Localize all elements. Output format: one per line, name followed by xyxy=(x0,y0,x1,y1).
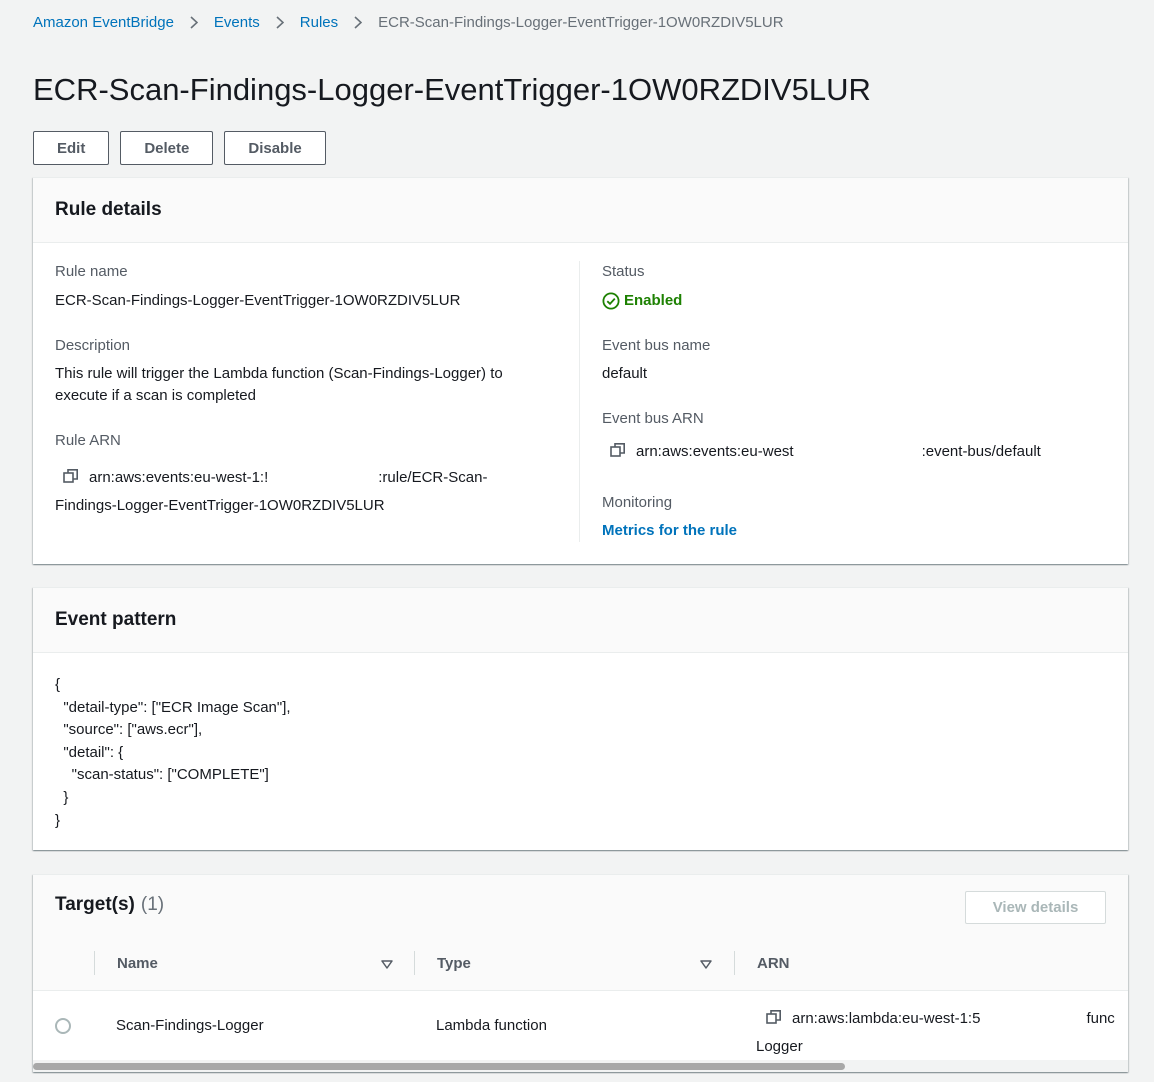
event-bus-arn-value: arn:aws:events:eu-west:event-bus/default xyxy=(602,441,1041,463)
targets-count: (1) xyxy=(140,894,165,915)
monitoring-label: Monitoring xyxy=(602,494,673,511)
radio-icon[interactable] xyxy=(55,1018,71,1034)
status-badge: Enabled xyxy=(602,290,682,312)
horizontal-scrollbar[interactable] xyxy=(33,1060,1128,1072)
column-header-type[interactable]: Type xyxy=(437,935,471,991)
chevron-right-icon xyxy=(354,16,363,29)
action-bar: Edit Delete Disable xyxy=(33,131,326,165)
event-pattern-code: { "detail-type": ["ECR Image Scan"], "so… xyxy=(55,676,291,829)
rule-details-heading: Rule details xyxy=(55,199,162,220)
rule-arn-value: arn:aws:events:eu-west-1:!:rule/ECR-Scan… xyxy=(55,464,575,520)
copy-icon[interactable] xyxy=(766,1007,782,1024)
targets-heading: Target(s) (1) xyxy=(55,894,165,915)
rule-name-label: Rule name xyxy=(55,263,128,280)
event-bus-name-label: Event bus name xyxy=(602,337,711,354)
description-value: This rule will trigger the Lambda functi… xyxy=(55,365,503,404)
chevron-right-icon xyxy=(190,16,198,29)
rule-name-value: ECR-Scan-Findings-Logger-EventTrigger-1O… xyxy=(55,292,461,309)
event-pattern-heading: Event pattern xyxy=(55,609,177,630)
sort-down-icon[interactable] xyxy=(700,957,712,974)
sort-down-icon[interactable] xyxy=(381,957,393,974)
rule-details-panel: Rule details Rule name ECR-Scan-Findings… xyxy=(33,177,1128,564)
page-title: ECR-Scan-Findings-Logger-EventTrigger-1O… xyxy=(33,72,871,107)
metrics-link[interactable]: Metrics for the rule xyxy=(602,520,737,542)
column-header-name[interactable]: Name xyxy=(117,935,158,991)
targets-header: Target(s) (1) View details xyxy=(33,875,1128,935)
column-separator xyxy=(94,951,95,975)
rule-arn-label: Rule ARN xyxy=(55,432,121,449)
rule-details-header: Rule details xyxy=(33,178,1128,243)
status-label: Status xyxy=(602,263,645,280)
target-name-link[interactable]: Scan-Findings-Logger xyxy=(116,1017,264,1034)
copy-icon[interactable] xyxy=(610,442,626,458)
breadcrumb-rules[interactable]: Rules xyxy=(300,14,338,31)
target-type: Lambda function xyxy=(436,1017,547,1034)
event-pattern-panel: Event pattern { "detail-type": ["ECR Ima… xyxy=(33,587,1128,850)
disable-button[interactable]: Disable xyxy=(224,131,326,165)
table-row[interactable]: Scan-Findings-Logger Lambda function arn… xyxy=(33,991,1128,1059)
target-arn: arn:aws:lambda:eu-west-1:5 func Logger xyxy=(756,1005,1115,1061)
scrollbar-thumb[interactable] xyxy=(33,1063,845,1070)
targets-panel: Target(s) (1) View details Name Type ARN … xyxy=(33,874,1128,1072)
breadcrumb-events[interactable]: Events xyxy=(214,14,260,31)
column-header-arn[interactable]: ARN xyxy=(757,935,790,991)
breadcrumb: Amazon EventBridge Events Rules ECR-Scan… xyxy=(33,14,784,31)
table-header: Name Type ARN xyxy=(33,935,1128,991)
status-check-icon xyxy=(602,292,624,310)
edit-button[interactable]: Edit xyxy=(33,131,110,165)
rule-details-body: Rule name ECR-Scan-Findings-Logger-Event… xyxy=(33,243,1128,564)
column-divider xyxy=(579,261,580,542)
description-label: Description xyxy=(55,337,131,354)
chevron-right-icon xyxy=(276,16,284,29)
event-pattern-header: Event pattern xyxy=(33,588,1128,653)
event-bus-name-value: default xyxy=(602,365,648,382)
delete-button[interactable]: Delete xyxy=(120,131,214,165)
copy-icon[interactable] xyxy=(63,466,79,483)
view-details-button[interactable]: View details xyxy=(965,891,1106,924)
column-separator xyxy=(414,951,415,975)
breadcrumb-current: ECR-Scan-Findings-Logger-EventTrigger-1O… xyxy=(378,14,784,31)
column-separator xyxy=(734,951,735,975)
breadcrumb-eventbridge[interactable]: Amazon EventBridge xyxy=(33,14,174,31)
event-bus-arn-label: Event bus ARN xyxy=(602,410,704,427)
